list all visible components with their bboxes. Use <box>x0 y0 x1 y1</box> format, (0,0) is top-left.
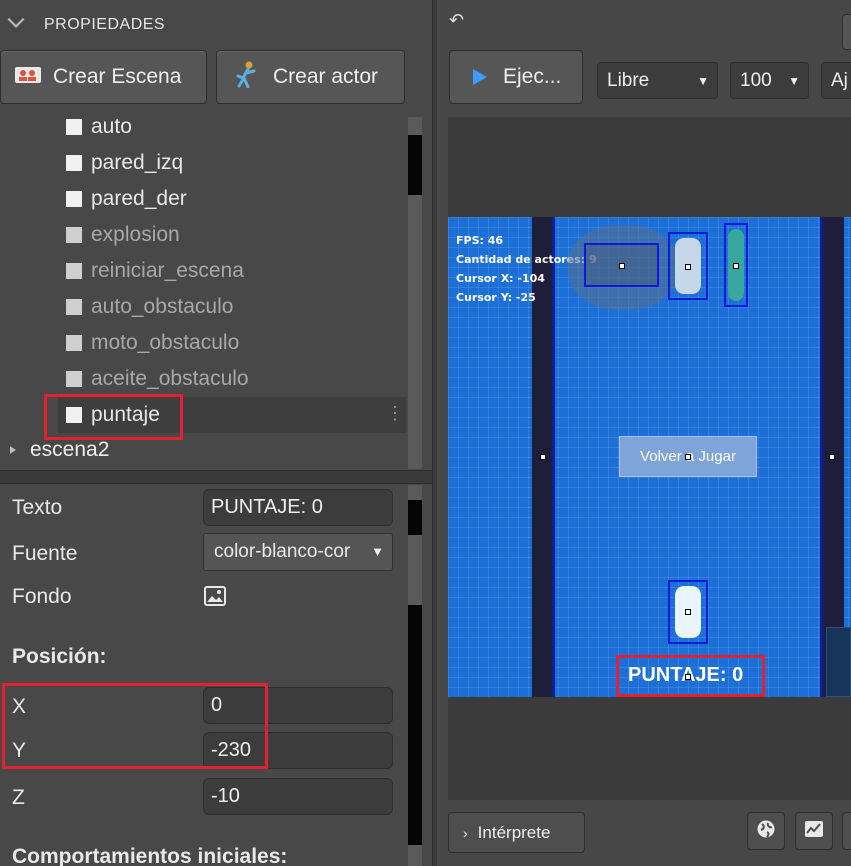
handle[interactable] <box>685 454 691 460</box>
interpreter-label: Intérprete <box>477 822 551 842</box>
actor-icon <box>235 60 259 94</box>
handle[interactable] <box>619 263 625 269</box>
tree-item-label: explosion <box>91 223 180 246</box>
create-scene-label: Crear Escena <box>53 65 182 88</box>
z-field[interactable]: -10 <box>203 778 393 815</box>
checkbox[interactable] <box>66 155 82 171</box>
texto-field[interactable]: PUNTAJE: 0 <box>203 489 393 526</box>
game-canvas[interactable]: FPS: 46 Cantidad de actores: 9 Cursor X:… <box>448 217 851 697</box>
checkbox[interactable] <box>66 263 82 279</box>
tree-item-moto-obstaculo[interactable]: moto_obstaculo <box>66 326 239 360</box>
zoom-select[interactable]: 100 ▼ <box>730 62 809 99</box>
side-decoration <box>826 627 851 697</box>
fit-select[interactable]: Aj <box>821 62 851 99</box>
handle[interactable] <box>829 454 835 460</box>
chevron-right-icon[interactable] <box>10 446 16 454</box>
highlight-box-score <box>616 655 765 697</box>
run-button[interactable]: Ejec... <box>449 50 583 104</box>
editor-panel: ↶ Ejec... Libre ▼ 100 ▼ Aj FPS: 46 Canti… <box>437 0 851 866</box>
tree-item-explosion[interactable]: explosion <box>66 218 180 252</box>
dropdown-arrow-icon: ▼ <box>788 74 800 88</box>
car-obstacle[interactable] <box>668 232 708 300</box>
image-icon[interactable] <box>204 586 226 611</box>
fondo-label: Fondo <box>12 585 72 608</box>
dropdown-arrow-icon: ▼ <box>371 544 384 559</box>
chevron-down-icon[interactable] <box>7 10 25 28</box>
checkbox[interactable] <box>66 299 82 315</box>
dropdown-arrow-icon: ▼ <box>697 74 709 88</box>
tree-item-auto[interactable]: auto <box>66 110 132 144</box>
tree-item-label: escena2 <box>30 438 110 461</box>
mode-value: Libre <box>607 69 650 91</box>
panel-divider[interactable] <box>0 470 432 484</box>
handle[interactable] <box>540 454 546 460</box>
create-actor-button[interactable]: Crear actor <box>216 50 405 104</box>
tree-item-label: aceite_obstaculo <box>91 367 249 390</box>
interpreter-button[interactable]: › Intérprete <box>448 812 585 853</box>
player-car[interactable] <box>668 580 708 644</box>
properties-header[interactable]: PROPIEDADES <box>0 0 432 50</box>
tree-scrollbar-thumb[interactable] <box>408 135 422 195</box>
fuente-label: Fuente <box>12 542 78 565</box>
z-label: Z <box>12 786 25 809</box>
form-scrollbar-thumb-lower[interactable] <box>408 605 422 845</box>
checkbox[interactable] <box>66 227 82 243</box>
highlight-box-puntaje <box>44 394 183 440</box>
create-scene-button[interactable]: Crear Escena <box>0 50 207 104</box>
tree-item-label: pared_izq <box>91 151 184 174</box>
fuente-select[interactable]: color-blanco-cor ▼ <box>203 533 393 571</box>
tree-item-pared-der[interactable]: pared_der <box>66 182 187 216</box>
scene-icon <box>15 65 41 89</box>
properties-title: PROPIEDADES <box>44 16 166 33</box>
texto-label: Texto <box>12 496 63 519</box>
posicion-title: Posición: <box>12 645 107 668</box>
toolbar-button-partial[interactable] <box>842 812 851 850</box>
form-scrollbar-thumb[interactable] <box>408 500 422 535</box>
run-label: Ejec... <box>503 65 562 88</box>
oil-obstacle[interactable] <box>584 243 659 287</box>
checkbox[interactable] <box>66 119 82 135</box>
zoom-value: 100 <box>740 69 772 91</box>
chart-icon <box>804 820 824 843</box>
tree-item-label: auto_obstaculo <box>91 295 234 318</box>
tree-item-escena2[interactable]: escena2 <box>10 438 109 462</box>
create-actor-label: Crear actor <box>273 65 379 88</box>
play-icon <box>473 69 487 85</box>
chevron-right-icon: › <box>463 824 468 841</box>
tree-item-aceite-obstaculo[interactable]: aceite_obstaculo <box>66 362 249 396</box>
wall-right-border <box>820 217 823 697</box>
properties-panel: PROPIEDADES Crear Escena Crear actor aut… <box>0 0 432 866</box>
undo-icon[interactable]: ↶ <box>449 10 464 31</box>
highlight-box-position <box>2 683 268 769</box>
tree-item-label: moto_obstaculo <box>91 331 240 354</box>
handle[interactable] <box>685 264 691 270</box>
checkbox[interactable] <box>66 335 82 351</box>
tree-item-label: reiniciar_escena <box>91 259 244 282</box>
more-options-icon[interactable]: ⋮ <box>386 403 404 424</box>
globe-icon <box>756 819 776 844</box>
fit-value: Aj <box>831 69 848 91</box>
fuente-value: color-blanco-cor <box>214 541 351 562</box>
handle[interactable] <box>733 263 739 269</box>
globe-button[interactable] <box>747 812 785 850</box>
checkbox[interactable] <box>66 191 82 207</box>
checkbox[interactable] <box>66 371 82 387</box>
tree-item-auto-obstaculo[interactable]: auto_obstaculo <box>66 290 233 324</box>
tree-item-label: pared_der <box>91 187 187 210</box>
toolbar-button-partial[interactable] <box>842 14 851 50</box>
tree-item-label: auto <box>91 115 132 138</box>
tree-item-pared-izq[interactable]: pared_izq <box>66 146 183 180</box>
handle[interactable] <box>685 609 691 615</box>
moto-obstacle[interactable] <box>724 223 748 307</box>
tree-item-reiniciar-escena[interactable]: reiniciar_escena <box>66 254 244 288</box>
chart-button[interactable] <box>795 812 833 850</box>
mode-select[interactable]: Libre ▼ <box>597 62 718 99</box>
behaviors-title: Comportamientos iniciales: <box>12 845 288 866</box>
